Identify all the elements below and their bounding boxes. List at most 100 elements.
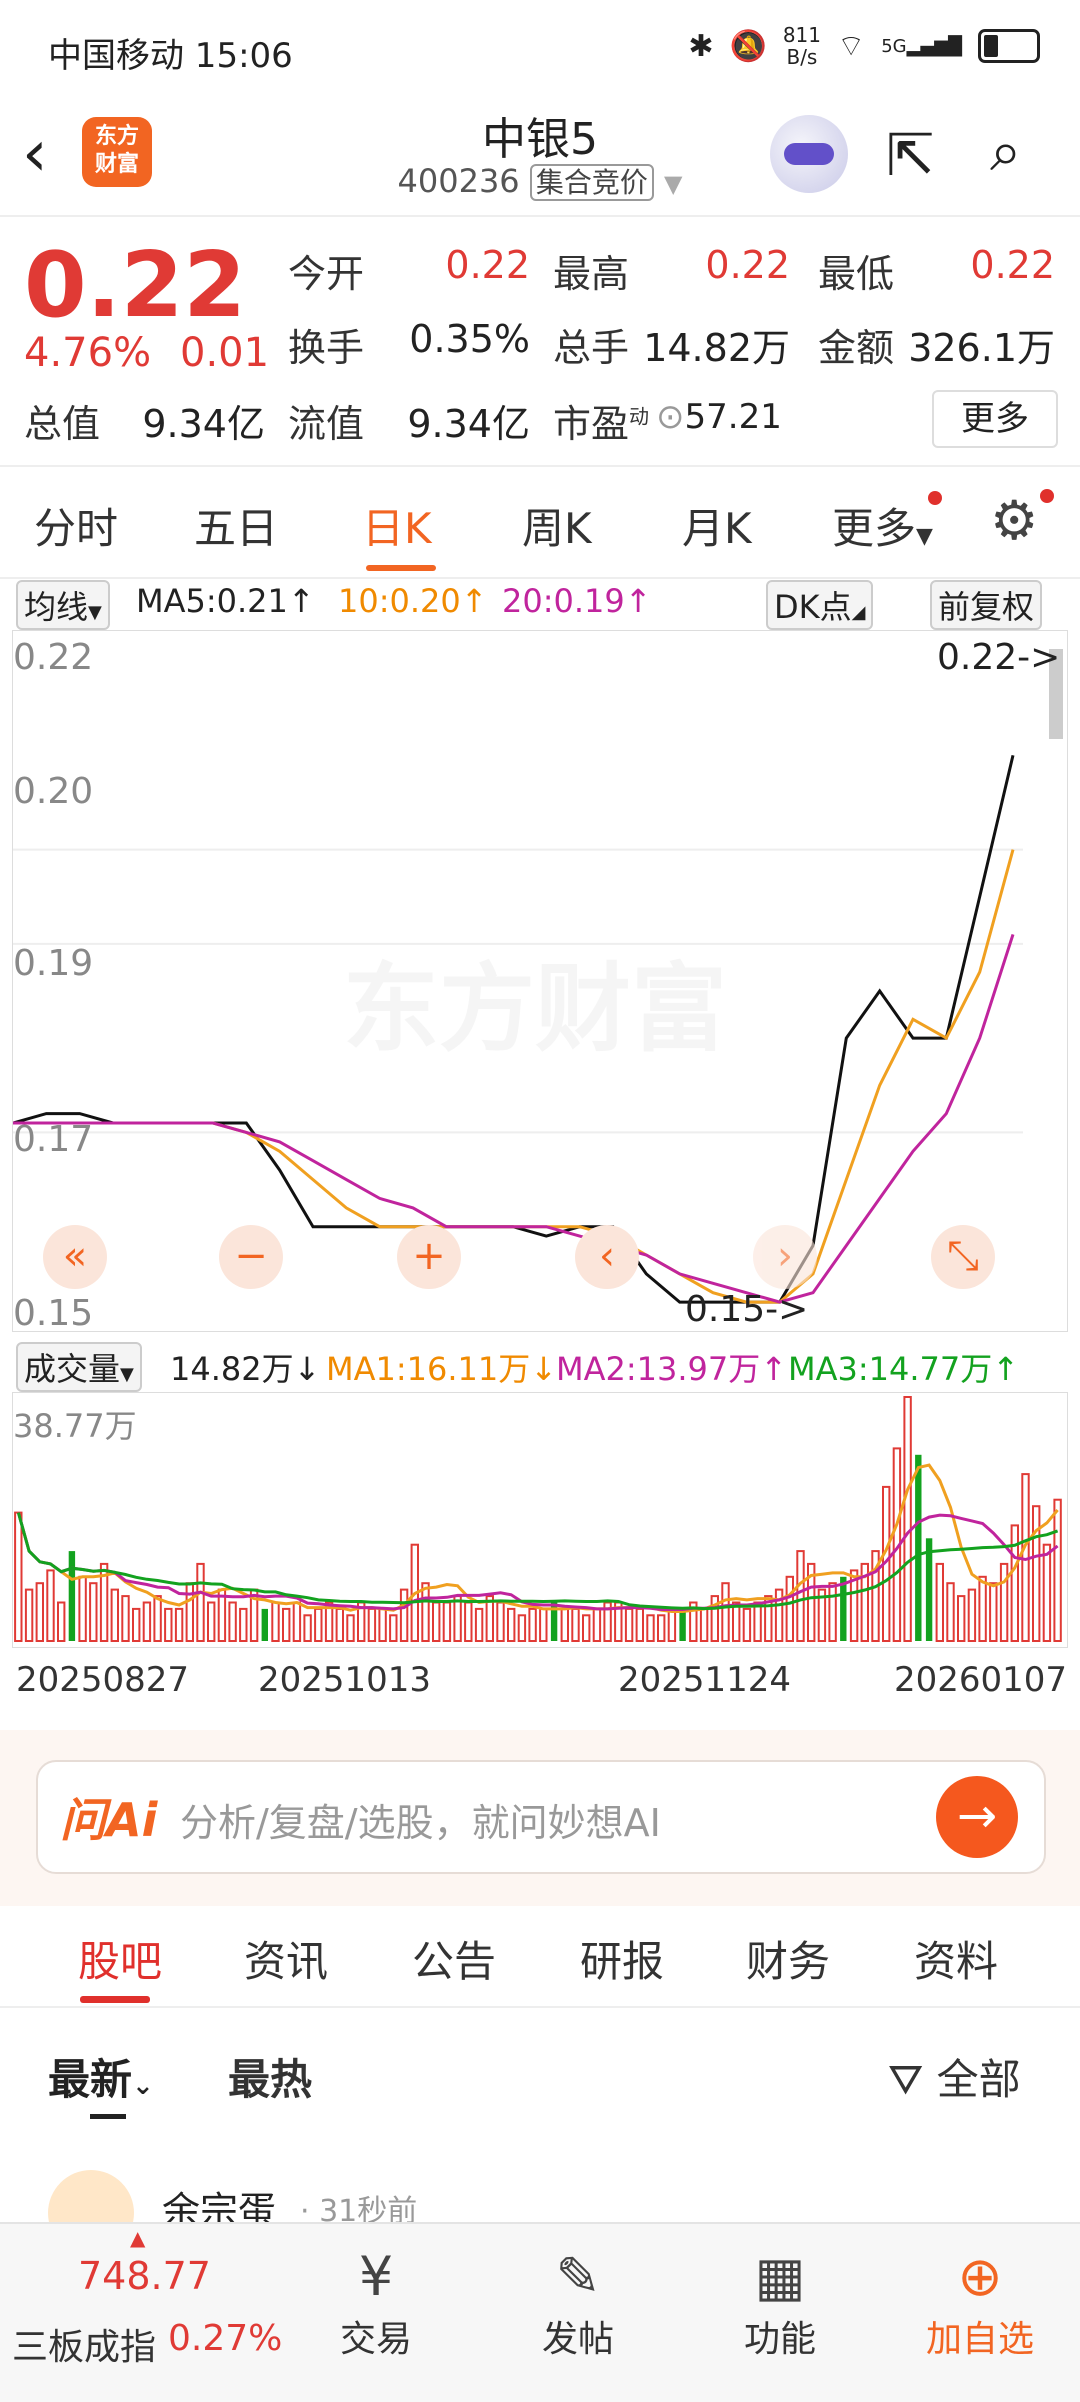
arrow-right-icon[interactable]: → [936, 1776, 1018, 1858]
ai-robot-icon[interactable] [770, 115, 848, 193]
volume-bar [667, 1607, 677, 1642]
pe-label: 市盈动 [553, 402, 650, 446]
stock-header: ‹ 东方 财富 中银5 400236 集合竞价 ▼ ⇱ ⌕ [0, 95, 1080, 217]
scroll-left-fast-button[interactable]: « [43, 1225, 107, 1289]
date-tick: 20260107 [894, 1660, 1068, 1700]
scroll-right-button[interactable]: › [753, 1225, 817, 1289]
post-item[interactable]: 余宗蛋 · 31秒前 [0, 2160, 1080, 2256]
tab-more[interactable]: 更多▼ [832, 495, 933, 556]
volume-bar [721, 1582, 730, 1642]
volume-bar [442, 1601, 452, 1642]
volume-bar [840, 1576, 847, 1641]
tab-daily-k[interactable]: 日K [362, 495, 432, 556]
series-line-10 [13, 849, 1015, 1304]
volume-bar [153, 1595, 162, 1643]
volume-bar [46, 1569, 55, 1642]
volume-bar [989, 1582, 998, 1642]
volume-label: 总手 [553, 326, 630, 370]
volume-bar [121, 1595, 130, 1643]
price-adjust-button[interactable]: 前复权 [930, 580, 1043, 630]
volume-bar [399, 1588, 409, 1643]
zoom-in-button[interactable]: + [397, 1225, 461, 1289]
volume-bar [624, 1607, 634, 1642]
more-button[interactable]: 更多 [932, 390, 1058, 448]
tab-five-day[interactable]: 五日 [194, 495, 278, 556]
dk-point-button[interactable]: DK点◢ [766, 580, 874, 630]
zoom-out-button[interactable]: − [219, 1225, 283, 1289]
ai-search-box[interactable]: 问Ai 分析/复盘/选股，就问妙想AI → [36, 1760, 1046, 1874]
status-bar: 中国移动 15:06 ✱ 🔕 811 B/s ⌔ 5G▂▄▆█ [0, 0, 1080, 95]
tab-intraday[interactable]: 分时 [34, 495, 118, 556]
scroll-left-button[interactable]: ‹ [575, 1225, 639, 1289]
volume-bar [785, 1575, 794, 1642]
volume-bar [517, 1614, 527, 1643]
index-widget[interactable]: ▲ 748.77 三板成指 0.27% [0, 2224, 282, 2402]
filter-all[interactable]: ⛛ 全部 [888, 2046, 1021, 2107]
sort-hot[interactable]: 最热 [228, 2046, 312, 2107]
ai-logo: 问Ai [60, 1793, 158, 1847]
y-tick: 0.19 [13, 943, 94, 984]
ai-section: 问Ai 分析/复盘/选股，就问妙想AI → [0, 1730, 1080, 1906]
volume-svg [14, 1396, 1062, 1643]
volume-bar [207, 1601, 216, 1642]
tab-monthly-k[interactable]: 月K [682, 495, 752, 556]
tab-news[interactable]: 资讯 [244, 1928, 328, 1989]
volume-indicator-select[interactable]: 成交量▼ [16, 1342, 142, 1392]
volume-bar [507, 1607, 516, 1642]
gear-icon[interactable]: ⚙ [990, 489, 1038, 552]
tab-research[interactable]: 研报 [580, 1928, 664, 1989]
notification-dot [928, 491, 942, 505]
carrier-time: 中国移动 15:06 [48, 36, 293, 76]
volume-bar [1032, 1505, 1041, 1642]
tab-guba[interactable]: 股吧 [78, 1928, 162, 1989]
indicator-select[interactable]: 均线▼ [16, 580, 110, 630]
open-value: 0.22 [445, 243, 530, 287]
tab-profile[interactable]: 资料 [914, 1928, 998, 1989]
ma5-value: MA5:0.21↑ [136, 582, 315, 620]
up-arrow-icon: ▲ [130, 2226, 146, 2250]
volume-bar [496, 1601, 505, 1642]
volume-bar [228, 1601, 237, 1642]
volume-bar [978, 1575, 987, 1642]
auction-tag: 集合竞价 [529, 164, 654, 201]
volume-bar [282, 1607, 291, 1642]
volume-bar [164, 1607, 173, 1642]
share-icon[interactable]: ⇱ [886, 121, 935, 189]
functions-button[interactable]: ▦ 功能 [700, 2244, 860, 2362]
sort-latest[interactable]: 最新⌄ [48, 2046, 154, 2107]
post-button[interactable]: ✎ 发帖 [498, 2244, 658, 2362]
search-icon[interactable]: ⌕ [990, 119, 1021, 185]
volume-chart[interactable]: 38.77万 [12, 1392, 1068, 1648]
fullscreen-button[interactable]: ⤡ [931, 1225, 995, 1289]
add-watchlist-button[interactable]: ⊕ 加自选 [900, 2244, 1060, 2362]
change-amount: 0.01 [180, 330, 270, 376]
ma-legend: 均线▼ MA5:0.21↑ 10:0.20↑ 20:0.19↑ DK点◢ 前复权 [0, 578, 1080, 630]
price-low-marker: 0.15-> [685, 1289, 809, 1330]
trade-button[interactable]: ¥ 交易 [296, 2244, 456, 2362]
volume-bar [132, 1607, 141, 1642]
y-tick: 0.15 [13, 1293, 94, 1334]
amount-label: 金额 [818, 326, 895, 370]
volume-bar [314, 1607, 323, 1642]
k-line-chart[interactable]: 东方财富 0.22 0.20 0.19 0.17 0.15 0.22-> 0.1… [12, 630, 1068, 1334]
tab-announcements[interactable]: 公告 [412, 1928, 496, 1989]
bottom-bar: ▲ 748.77 三板成指 0.27% ¥ 交易 ✎ 发帖 ▦ 功能 ⊕ 加自选 [0, 2222, 1080, 2402]
tab-finance[interactable]: 财务 [746, 1928, 830, 1989]
tab-weekly-k[interactable]: 周K [522, 495, 592, 556]
volume-bar [967, 1588, 977, 1643]
high-value: 0.22 [705, 243, 790, 287]
yen-icon: ¥ [358, 2245, 394, 2308]
volume-bar [1053, 1498, 1062, 1642]
volume-bar [935, 1562, 944, 1642]
volume-bar [432, 1601, 441, 1642]
y-tick: 0.20 [13, 771, 94, 812]
amount-value: 326.1万 [908, 326, 1055, 370]
active-tab-indicator [366, 565, 436, 571]
volume-bar [582, 1614, 591, 1643]
volume-bar [699, 1607, 709, 1642]
plus-circle-icon: ⊕ [957, 2245, 1003, 2308]
volume-bar [560, 1607, 569, 1642]
volume-bar [753, 1601, 762, 1642]
float-label: 流值 [288, 402, 365, 446]
chevron-down-icon: ⌄ [132, 2071, 154, 2101]
